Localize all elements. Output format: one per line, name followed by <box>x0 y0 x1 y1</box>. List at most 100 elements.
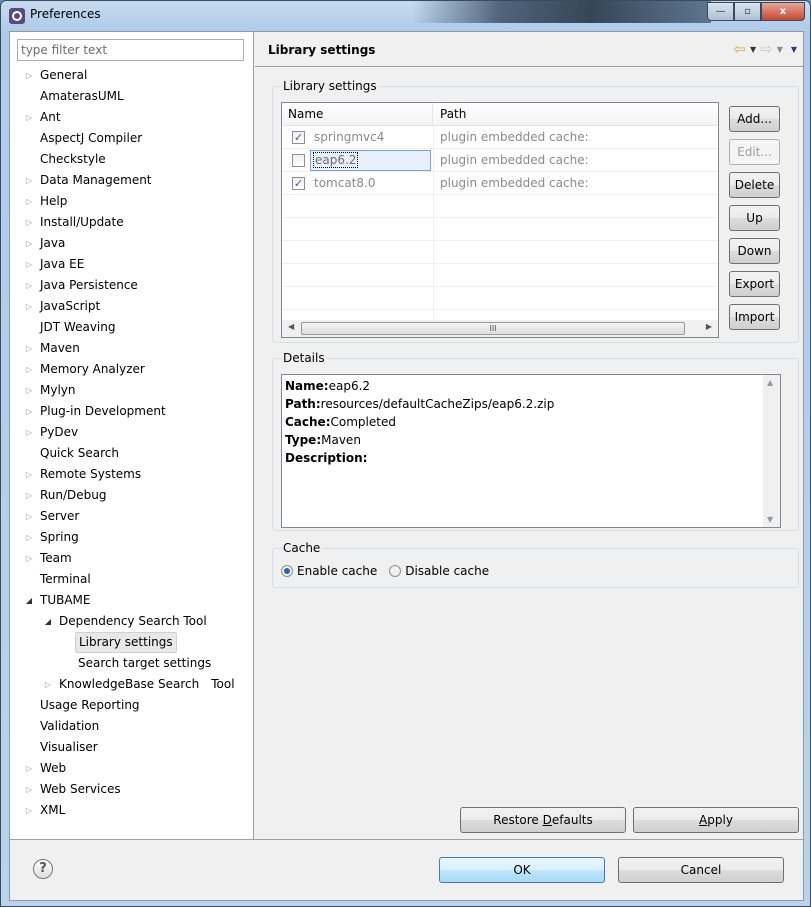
up-button[interactable]: Up <box>729 205 780 231</box>
tree-item[interactable]: ▷ PyDev <box>10 422 253 443</box>
filter-input[interactable] <box>17 39 244 61</box>
scroll-down-icon[interactable]: ▼ <box>767 515 773 524</box>
collapsed-triangle-icon[interactable]: ▷ <box>24 233 34 254</box>
table-row[interactable]: eap6.2 plugin embedded cache: <box>282 149 718 172</box>
name-cell[interactable]: springmvc4 <box>314 126 384 149</box>
forward-history-dropdown-icon[interactable]: ▼ <box>777 45 783 54</box>
tree-item[interactable]: ▷ XML <box>10 800 253 821</box>
back-arrow-icon[interactable]: ⇦ <box>733 41 746 57</box>
radio-label[interactable]: Enable cache <box>297 564 377 578</box>
close-button[interactable]: x <box>761 2 805 21</box>
scroll-left-icon[interactable]: ◀ <box>288 322 294 331</box>
expanded-triangle-icon[interactable]: ◢ <box>43 611 53 632</box>
enable-cache-radio[interactable] <box>281 565 293 577</box>
collapsed-triangle-icon[interactable]: ▷ <box>43 674 53 695</box>
tree-item[interactable]: ▷ Mylyn <box>10 380 253 401</box>
tree-item[interactable]: ▷ Team <box>10 548 253 569</box>
tree-item[interactable]: Validation <box>10 716 253 737</box>
column-header-name[interactable]: Name <box>282 103 433 126</box>
delete-button[interactable]: Delete <box>729 172 780 198</box>
horizontal-scrollbar[interactable]: ◀ III ▶ <box>282 320 718 337</box>
tree-item[interactable]: ▷ Server <box>10 506 253 527</box>
tree-item[interactable]: ▷ Install/Update <box>10 212 253 233</box>
disable-cache-radio[interactable] <box>389 565 402 577</box>
collapsed-triangle-icon[interactable]: ▷ <box>24 527 34 548</box>
maximize-button[interactable]: ▫ <box>734 2 761 21</box>
tree-item[interactable]: ▷ General <box>10 65 253 86</box>
tree-item[interactable]: Quick Search <box>10 443 253 464</box>
collapsed-triangle-icon[interactable]: ▷ <box>24 401 34 422</box>
collapsed-triangle-icon[interactable]: ▷ <box>24 758 34 779</box>
minimize-button[interactable]: — <box>707 2 734 21</box>
tree-item[interactable]: ▷ KnowledgeBase Search Tool <box>10 674 253 695</box>
collapsed-triangle-icon[interactable]: ▷ <box>24 800 34 821</box>
tree-item[interactable]: ▷ Ant <box>10 107 253 128</box>
tree-item[interactable]: ▷ JavaScript <box>10 296 253 317</box>
down-button[interactable]: Down <box>729 238 780 264</box>
tree-item[interactable]: ▷ Web <box>10 758 253 779</box>
help-icon[interactable]: ? <box>33 859 53 879</box>
collapsed-triangle-icon[interactable]: ▷ <box>24 485 34 506</box>
row-checkbox[interactable]: ✓ <box>292 131 305 144</box>
collapsed-triangle-icon[interactable]: ▷ <box>24 65 34 86</box>
tree-item[interactable]: ▷ Data Management <box>10 170 253 191</box>
tree-item[interactable]: ▷ Help <box>10 191 253 212</box>
collapsed-triangle-icon[interactable]: ▷ <box>24 296 34 317</box>
forward-arrow-icon[interactable]: ⇨ <box>760 41 773 57</box>
title-bar[interactable]: Preferences — ▫ x <box>1 1 810 30</box>
row-checkbox[interactable]: ✓ <box>292 177 305 190</box>
scroll-up-icon[interactable]: ▲ <box>767 378 773 387</box>
ok-button[interactable]: OK <box>439 857 605 883</box>
collapsed-triangle-icon[interactable]: ▷ <box>24 170 34 191</box>
table-row[interactable]: ✓ tomcat8.0 plugin embedded cache: <box>282 172 718 195</box>
row-checkbox[interactable] <box>292 154 305 167</box>
restore-defaults-button[interactable]: Restore Defaults <box>460 807 626 833</box>
tree-item[interactable]: ◢ Dependency Search Tool <box>10 611 253 632</box>
collapsed-triangle-icon[interactable]: ▷ <box>24 254 34 275</box>
tree-item[interactable]: Usage Reporting <box>10 695 253 716</box>
collapsed-triangle-icon[interactable]: ▷ <box>24 359 34 380</box>
collapsed-triangle-icon[interactable]: ▷ <box>24 506 34 527</box>
collapsed-triangle-icon[interactable]: ▷ <box>24 275 34 296</box>
collapsed-triangle-icon[interactable]: ▷ <box>24 380 34 401</box>
collapsed-triangle-icon[interactable]: ▷ <box>24 464 34 485</box>
tree-item[interactable]: Terminal <box>10 569 253 590</box>
collapsed-triangle-icon[interactable]: ▷ <box>24 422 34 443</box>
collapsed-triangle-icon[interactable]: ▷ <box>24 548 34 569</box>
export-button[interactable]: Export <box>729 271 780 297</box>
scrollbar-thumb[interactable]: III <box>301 322 685 335</box>
tree-item[interactable]: Search target settings <box>10 653 253 674</box>
view-menu-icon[interactable]: ▼ <box>791 45 797 54</box>
back-history-dropdown-icon[interactable]: ▼ <box>750 45 756 54</box>
tree-item[interactable]: Visualiser <box>10 737 253 758</box>
cancel-button[interactable]: Cancel <box>618 857 784 883</box>
details-textarea[interactable]: Name:eap6.2 Path:resources/defaultCacheZi… <box>281 374 781 528</box>
collapsed-triangle-icon[interactable]: ▷ <box>24 779 34 800</box>
tree-item[interactable]: ▷ Memory Analyzer <box>10 359 253 380</box>
tree-item[interactable]: JDT Weaving <box>10 317 253 338</box>
vertical-scrollbar[interactable]: ▲ ▼ <box>763 375 780 527</box>
tree-item[interactable]: ▷ Maven <box>10 338 253 359</box>
tree-item[interactable]: ▷ Java EE <box>10 254 253 275</box>
column-header-path[interactable]: Path <box>434 103 466 126</box>
tree-item[interactable]: ▷ Spring <box>10 527 253 548</box>
collapsed-triangle-icon[interactable]: ▷ <box>24 191 34 212</box>
tree-item[interactable]: AmaterasUML <box>10 86 253 107</box>
tree-item[interactable]: ◢ TUBAME <box>10 590 253 611</box>
tree-item[interactable]: ▷ Java Persistence <box>10 275 253 296</box>
name-cell-editor[interactable]: eap6.2 <box>310 150 431 171</box>
scroll-right-icon[interactable]: ▶ <box>706 322 712 331</box>
tree-item[interactable]: ▷ Web Services <box>10 779 253 800</box>
collapsed-triangle-icon[interactable]: ▷ <box>24 107 34 128</box>
name-cell[interactable]: tomcat8.0 <box>314 172 375 195</box>
add-button[interactable]: Add... <box>729 106 780 132</box>
tree-item[interactable]: AspectJ Compiler <box>10 128 253 149</box>
tree-item[interactable]: Checkstyle <box>10 149 253 170</box>
tree-item[interactable]: ▷ Run/Debug <box>10 485 253 506</box>
apply-button[interactable]: Apply <box>633 807 799 833</box>
tree-item[interactable]: ▷ Remote Systems <box>10 464 253 485</box>
table-row[interactable]: ✓ springmvc4 plugin embedded cache: <box>282 126 718 149</box>
tree-item[interactable]: ▷ Plug-in Development <box>10 401 253 422</box>
radio-label[interactable]: Disable cache <box>405 564 489 578</box>
import-button[interactable]: Import <box>729 304 780 330</box>
